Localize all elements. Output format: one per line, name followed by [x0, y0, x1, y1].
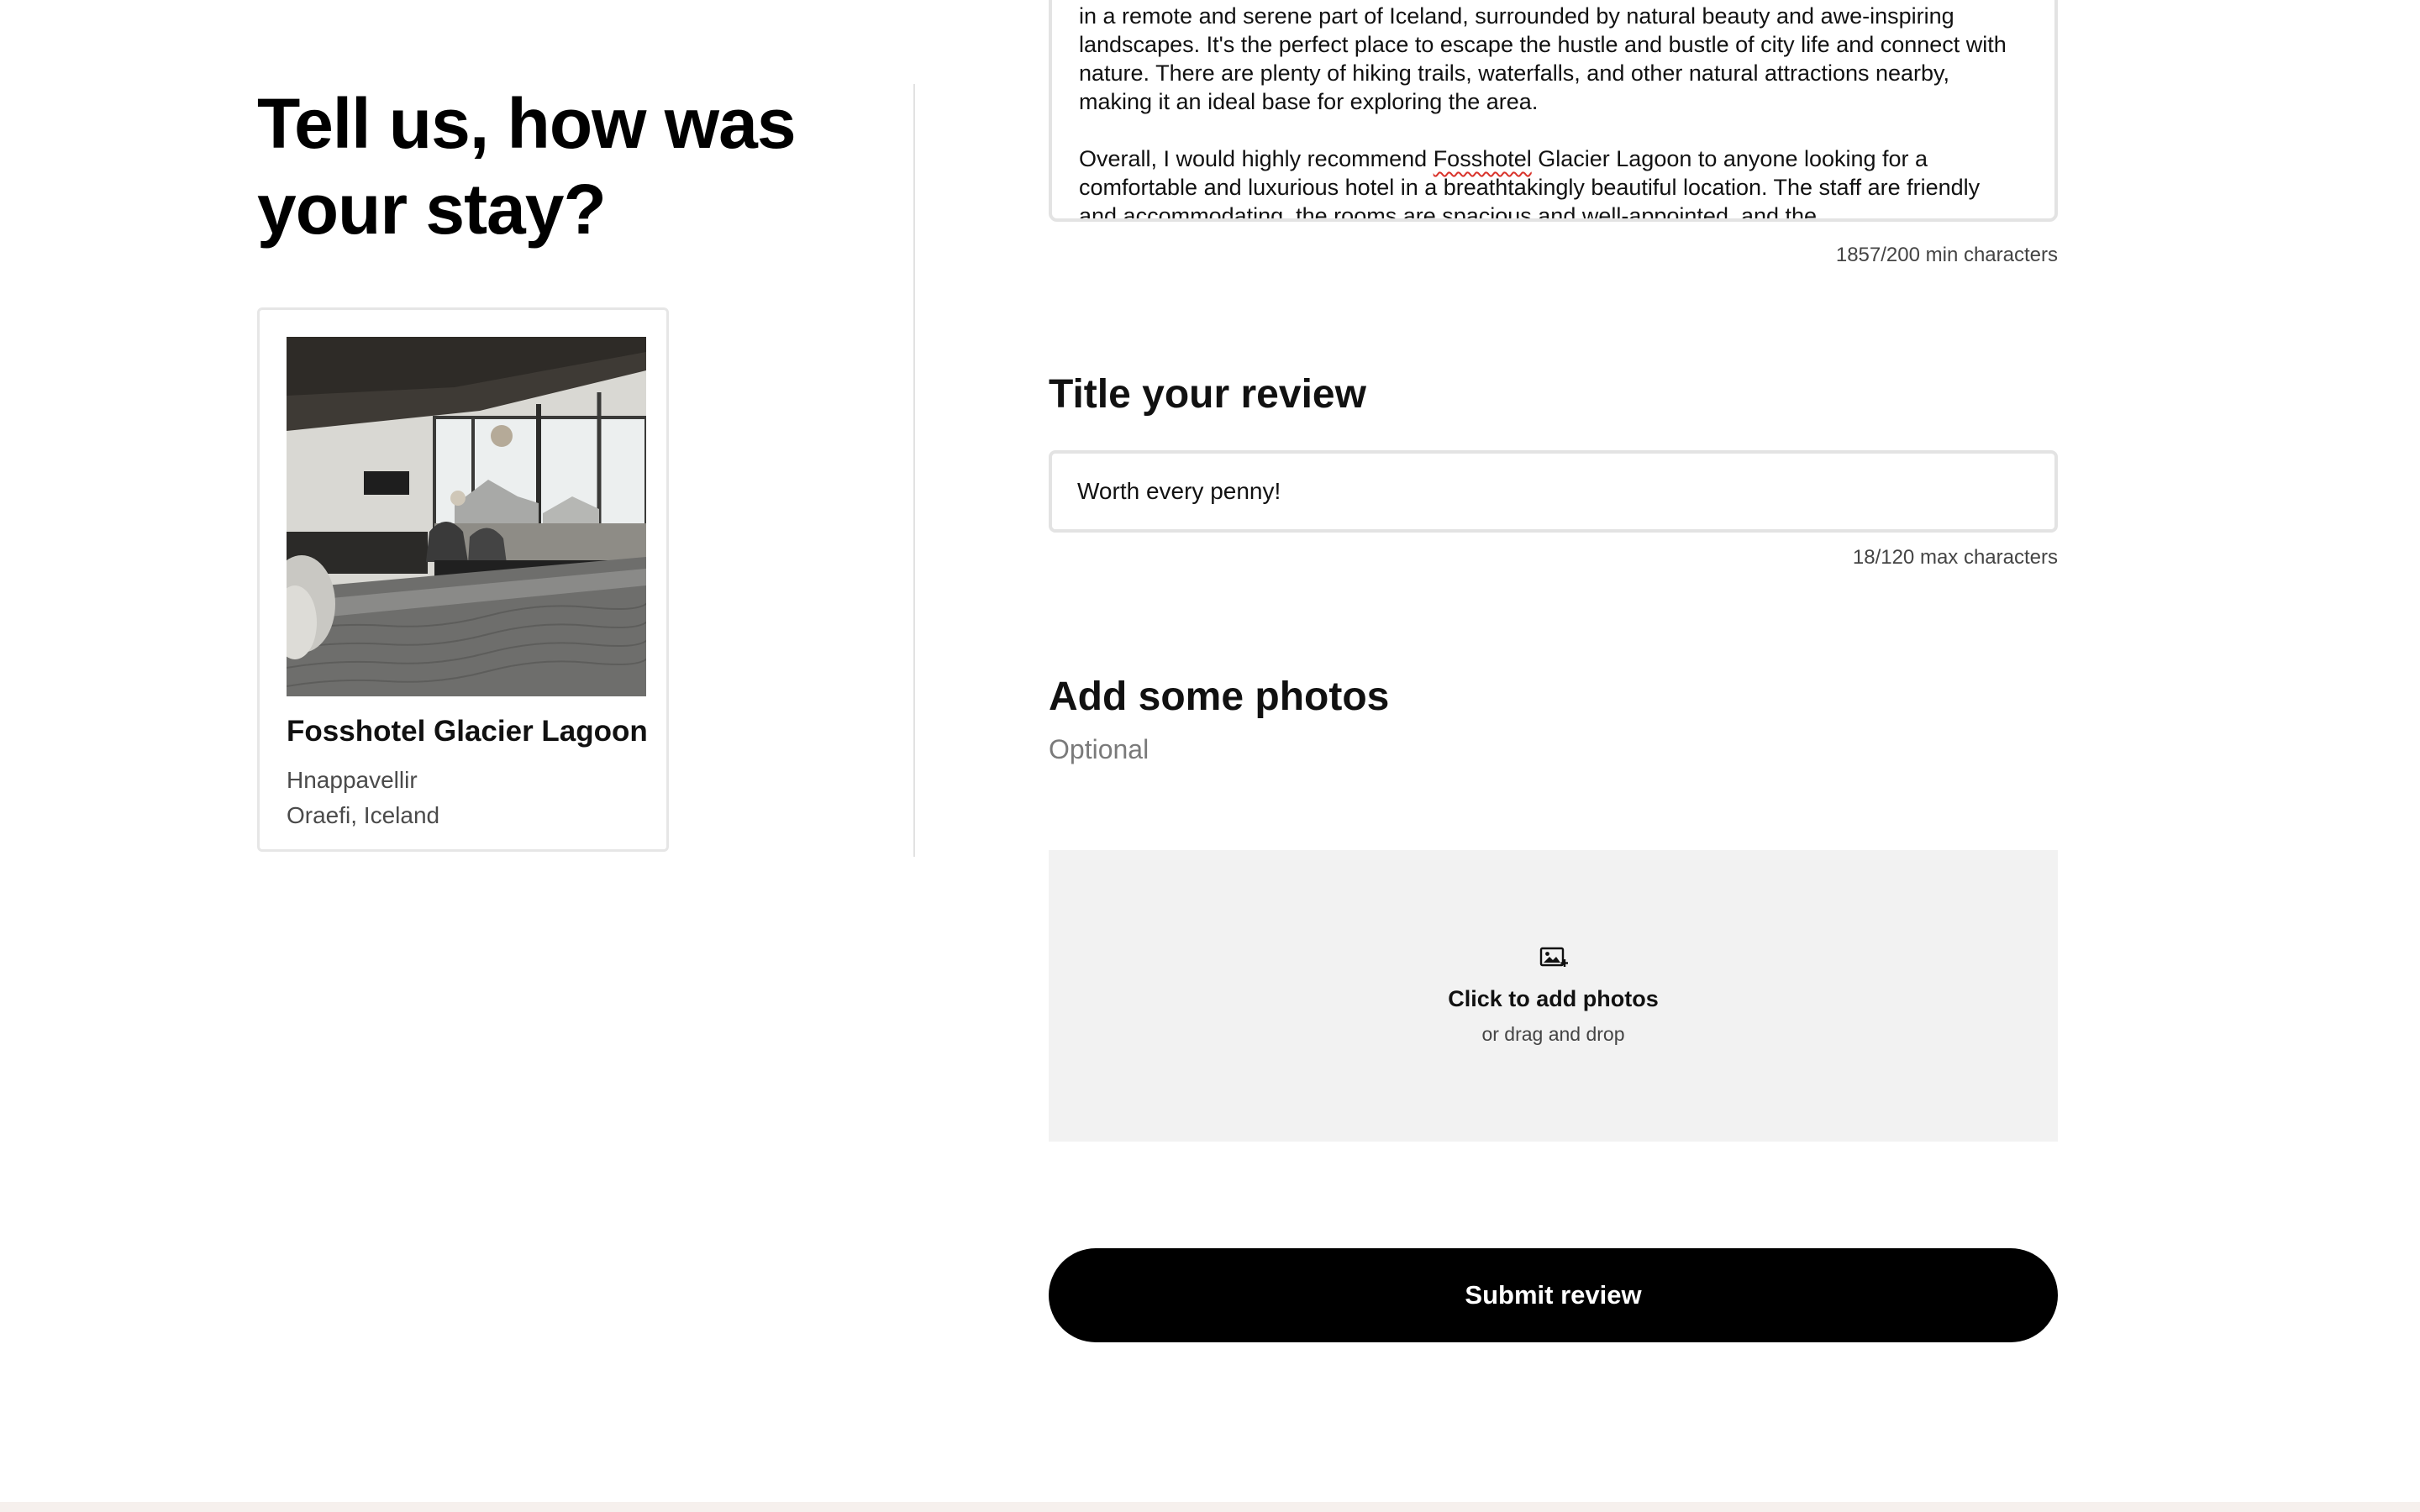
hotel-card: Fosshotel Glacier Lagoon Hnappavellir Or… [257, 307, 669, 852]
review-text: in a remote and serene part of Iceland, … [1079, 2, 2021, 218]
hotel-name: Fosshotel Glacier Lagoon [287, 715, 648, 748]
photos-section-heading: Add some photos [1049, 675, 1390, 719]
footer-strip [0, 1502, 2420, 1512]
review-textarea[interactable]: in a remote and serene part of Iceland, … [1049, 0, 2058, 222]
dropzone-sub-label: or drag and drop [1481, 1023, 1625, 1045]
page-title-line-2: your stay? [257, 170, 607, 249]
photo-dropzone[interactable]: Click to add photos or drag and drop [1049, 850, 2058, 1142]
column-divider [913, 84, 915, 857]
submit-review-button[interactable]: Submit review [1049, 1248, 2058, 1342]
hotel-room-photo [287, 337, 646, 696]
review-paragraph-1: in a remote and serene part of Iceland, … [1079, 3, 2007, 114]
title-section-heading: Title your review [1049, 372, 1366, 417]
review-character-counter: 1857/200 min characters [1835, 244, 2058, 266]
review-paragraph-2: Overall, I would highly recommend Fossho… [1079, 144, 2021, 218]
title-character-counter: 18/120 max characters [1852, 546, 2058, 569]
hotel-address-line-2: Oraefi, Iceland [287, 802, 440, 828]
page-title: Tell us, how was your stay? [257, 81, 946, 252]
dropzone-main-label: Click to add photos [1448, 986, 1659, 1011]
optional-label: Optional [1049, 734, 1150, 764]
review-paragraph-2-start: Overall, I would highly recommend [1079, 146, 1434, 171]
page-title-line-1: Tell us, how was [257, 84, 797, 163]
hotel-address-line-1: Hnappavellir [287, 767, 418, 793]
review-title-input[interactable] [1049, 450, 2058, 533]
add-image-icon [1539, 947, 1568, 967]
review-page: Tell us, how was your stay? Fosshotel Gl… [0, 0, 2420, 1512]
left-column: Tell us, how was your stay? Fosshotel Gl… [257, 81, 946, 852]
spellcheck-word: Fosshotel [1433, 146, 1532, 171]
